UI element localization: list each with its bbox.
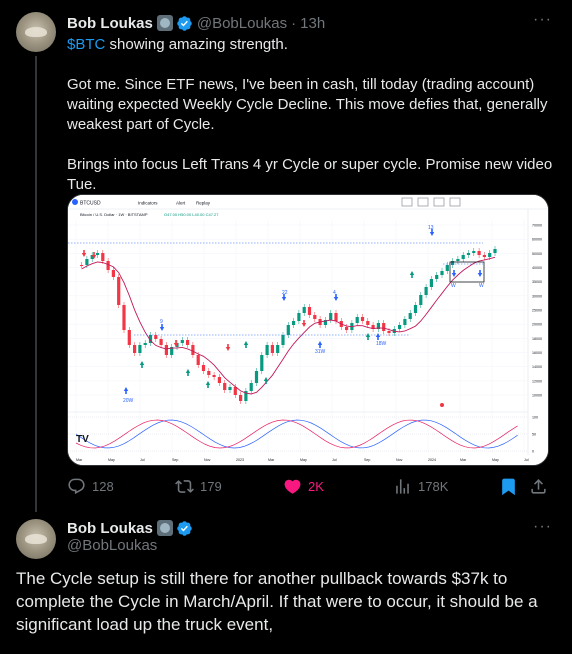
more-options-button[interactable]: ··· bbox=[533, 11, 552, 29]
tweet-text: The Cycle setup is still there for anoth… bbox=[16, 569, 538, 634]
like-button[interactable]: 2K bbox=[283, 477, 324, 496]
label-9: 9 bbox=[160, 319, 163, 325]
time-tick-label: Mar bbox=[76, 458, 83, 462]
price-tick-label: 10000 bbox=[532, 394, 542, 398]
time-tick-label: Jul bbox=[140, 458, 145, 462]
views-chart-icon bbox=[396, 478, 409, 494]
time-tick-label: 2024 bbox=[428, 458, 436, 462]
views-button[interactable]: 178K bbox=[393, 477, 448, 496]
tweet-divider bbox=[0, 512, 572, 513]
price-tick-label: 18000 bbox=[532, 337, 542, 341]
time-tick-label: Nov bbox=[396, 458, 403, 462]
toolbar-alert[interactable]: Alert bbox=[176, 201, 186, 206]
bookmark-icon bbox=[502, 478, 515, 495]
tweet-paragraph-2: Got me. Since ETF news, I've been in cas… bbox=[67, 76, 548, 133]
price-tick-label: 30000 bbox=[532, 294, 542, 298]
view-count: 178K bbox=[418, 478, 449, 494]
time-axis: Mar May Jul Sep Nov 2023 Mar May Jul Sep Nov 2024 Ma… bbox=[76, 458, 529, 462]
time-tick-label: May bbox=[108, 458, 115, 462]
label-31w: 31W bbox=[315, 349, 326, 355]
affiliation-badge-icon bbox=[156, 520, 173, 536]
time-tick-label: Sep bbox=[172, 458, 178, 462]
more-options-button[interactable]: ··· bbox=[533, 518, 552, 536]
tweet-paragraph-3: Brings into focus Left Trans 4 yr Cycle … bbox=[67, 156, 553, 193]
separator: · bbox=[291, 14, 297, 32]
time-tick-label: Mar bbox=[460, 458, 467, 462]
toolbar-indicators[interactable]: Indicators bbox=[138, 201, 158, 206]
tweet-line-1: showing amazing strength. bbox=[105, 36, 288, 53]
time-tick-label: May bbox=[492, 458, 499, 462]
label-w1: W bbox=[451, 283, 456, 289]
ohlc-readout: O47.00 H50.00 L40.00 C47.27 bbox=[164, 212, 219, 217]
tweet-header: Bob Loukas bbox=[67, 518, 193, 538]
reply-icon bbox=[68, 478, 85, 494]
osc-tick-label: 50 bbox=[532, 433, 536, 437]
avatar[interactable] bbox=[16, 519, 56, 559]
time-tick-label: May bbox=[300, 458, 307, 462]
price-tick-label: 50000 bbox=[532, 252, 542, 256]
label-20w: 20W bbox=[123, 398, 134, 404]
share-icon bbox=[531, 478, 546, 494]
tweet-header: Bob Loukas @BobLoukas · 13h bbox=[67, 13, 325, 33]
tradingview-chart: BTCUSD Indicators Alert Replay Bitcoin /… bbox=[68, 195, 548, 465]
price-tick-label: 25000 bbox=[532, 309, 542, 313]
price-tick-label: 20000 bbox=[532, 323, 542, 327]
verified-badge-icon bbox=[177, 15, 192, 31]
label-22: 22 bbox=[282, 290, 288, 296]
time-tick-label: Mar bbox=[268, 458, 275, 462]
repost-icon bbox=[175, 479, 194, 493]
toolbar-replay[interactable]: Replay bbox=[196, 201, 211, 206]
price-tick-label: 12000 bbox=[532, 379, 542, 383]
price-tick-label: 40000 bbox=[532, 266, 542, 270]
label-13: 13 bbox=[428, 225, 434, 231]
heart-icon bbox=[284, 479, 301, 494]
author-handle[interactable]: @BobLoukas bbox=[67, 537, 157, 554]
label-4: 4 bbox=[333, 290, 336, 296]
affiliation-badge-icon bbox=[156, 15, 173, 31]
chart-header: Bitcoin / U.S. Dollar · 1W · BITSTAMP bbox=[80, 212, 148, 217]
price-tick-label: 14000 bbox=[532, 365, 542, 369]
chart-symbol[interactable]: BTCUSD bbox=[80, 201, 101, 207]
cashtag-link[interactable]: $BTC bbox=[67, 36, 105, 53]
share-button[interactable] bbox=[529, 477, 554, 496]
tradingview-logo-icon: TV bbox=[76, 434, 89, 445]
avatar[interactable] bbox=[16, 12, 56, 52]
osc-tick-label: 0 bbox=[532, 450, 534, 454]
thread-connector-line bbox=[35, 56, 37, 512]
osc-tick-label: 100 bbox=[532, 416, 538, 420]
tweet-text: $BTC showing amazing strength. Got me. S… bbox=[67, 35, 557, 195]
repost-count: 179 bbox=[200, 478, 222, 494]
time-tick-label: 2023 bbox=[236, 458, 244, 462]
author-handle[interactable]: @BobLoukas bbox=[197, 15, 287, 32]
reply-button[interactable]: 128 bbox=[67, 477, 114, 496]
verified-badge-icon bbox=[177, 520, 192, 536]
price-tick-label: 60000 bbox=[532, 238, 542, 242]
timestamp[interactable]: 13h bbox=[300, 15, 325, 32]
time-tick-label: Jul bbox=[524, 458, 529, 462]
time-tick-label: Sep bbox=[364, 458, 370, 462]
label-w2: W bbox=[479, 283, 484, 289]
action-bar: 128 179 2K 178K bbox=[67, 476, 549, 496]
author-name[interactable]: Bob Loukas bbox=[67, 15, 153, 32]
price-tick-label: 35000 bbox=[532, 280, 542, 284]
symbol-icon bbox=[72, 199, 78, 205]
repost-button[interactable]: 179 bbox=[175, 477, 222, 496]
reply-count: 128 bbox=[92, 478, 114, 494]
chart-image[interactable]: BTCUSD Indicators Alert Replay Bitcoin /… bbox=[67, 194, 549, 466]
author-name[interactable]: Bob Loukas bbox=[67, 520, 153, 537]
time-tick-label: Jul bbox=[332, 458, 337, 462]
like-count: 2K bbox=[308, 478, 324, 494]
label-18w: 18W bbox=[376, 341, 387, 347]
time-tick-label: Nov bbox=[204, 458, 211, 462]
price-tick-label: 16000 bbox=[532, 351, 542, 355]
bookmark-button[interactable] bbox=[499, 477, 524, 496]
price-tick-label: 70000 bbox=[532, 224, 542, 228]
